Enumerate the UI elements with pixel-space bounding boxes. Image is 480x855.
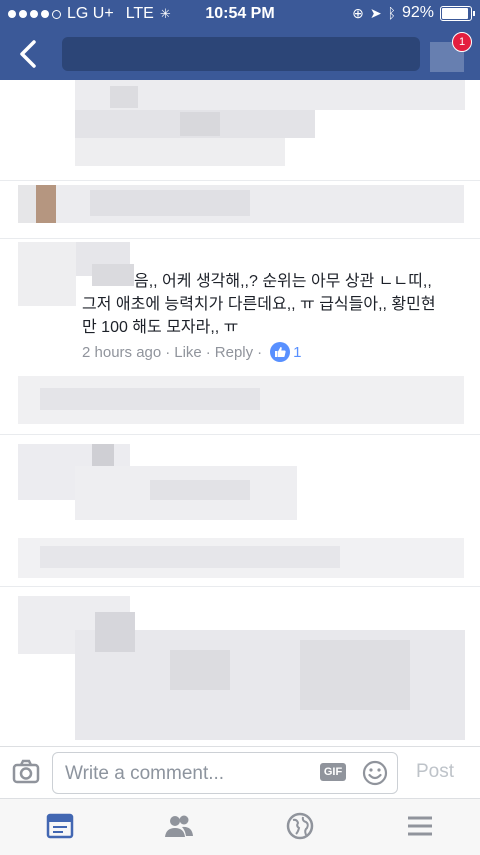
battery-label: 92%	[401, 4, 434, 21]
avatar	[36, 185, 56, 223]
pixelated-comment	[180, 112, 220, 136]
like-count[interactable]: 1	[293, 344, 301, 361]
smiley-icon[interactable]	[361, 759, 389, 792]
tab-bar	[0, 798, 480, 855]
back-arrow-icon[interactable]	[14, 36, 44, 72]
comment-line: 그저 애초에 능력치가 다른데요,, ㅠ 급식들아,, 황민현	[82, 296, 436, 313]
pixelated-comment	[110, 86, 138, 108]
comment-line: 만 100 해도 모자라,, ㅠ	[82, 319, 239, 336]
avatar	[18, 242, 76, 306]
pixelated-comment	[90, 190, 250, 216]
pixelated-comment	[75, 138, 285, 166]
search-bar[interactable]	[62, 37, 420, 71]
pixelated-comment	[18, 185, 36, 223]
pixelated-comment	[40, 388, 260, 410]
bluetooth-icon: ᛒ	[387, 5, 396, 21]
comment-time[interactable]: 2 hours ago	[82, 344, 161, 361]
divider	[0, 180, 480, 181]
battery-icon	[440, 5, 475, 21]
pixelated-comment	[170, 650, 230, 690]
comment-composer: GIF Post	[0, 746, 480, 799]
location-icon: ➤	[369, 4, 382, 21]
comment-line: 음,, 어케 생각해,,? 순위는 아무 상관 ㄴㄴ띠,,	[134, 273, 432, 290]
camera-icon[interactable]	[12, 759, 40, 790]
divider	[0, 238, 480, 239]
status-bar: LG U+ LTE ✳ 10:54 PM ⊕ ➤ ᛒ 92%	[0, 0, 480, 28]
pixelated-comment	[95, 612, 135, 652]
like-link[interactable]: Like	[174, 344, 202, 361]
navigation-bar: 1	[0, 28, 480, 80]
friends-icon[interactable]	[164, 811, 194, 841]
comment-field[interactable]: GIF	[52, 752, 398, 794]
pixelated-comment	[150, 480, 250, 500]
menu-icon[interactable]	[405, 811, 435, 841]
pixelated-comment	[40, 546, 340, 568]
comment-meta: 2 hours ago · Like · Reply · 1	[82, 342, 302, 362]
gif-icon[interactable]: GIF	[320, 763, 346, 781]
divider	[0, 434, 480, 435]
comment-body: 음,, 어케 생각해,,? 순위는 아무 상관 ㄴㄴ띠,, 그저 애초에 능력치…	[82, 270, 472, 339]
divider	[0, 586, 480, 587]
status-right: ⊕ ➤ ᛒ 92%	[352, 4, 475, 22]
news-feed-icon[interactable]	[45, 811, 75, 841]
post-button[interactable]: Post	[416, 761, 454, 783]
pixelated-comment	[92, 444, 114, 466]
comment-input[interactable]	[63, 761, 317, 787]
like-badge-icon[interactable]	[270, 342, 291, 362]
reply-link[interactable]: Reply	[215, 344, 253, 361]
globe-icon[interactable]	[285, 811, 315, 841]
pixelated-comment	[300, 640, 410, 710]
orientation-lock-icon: ⊕	[352, 4, 364, 21]
notification-badge[interactable]: 1	[452, 32, 472, 52]
